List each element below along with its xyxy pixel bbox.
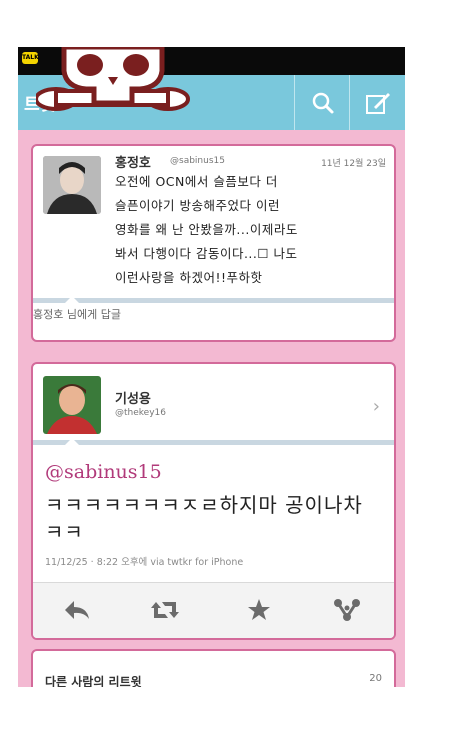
tweet-line: 오전에 OCN에서 슬픔보다 더 [115,174,278,189]
tweet-text: 오전에 OCN에서 슬픔보다 더 슬픈이야기 방송해주었다 이런 영화를 왜 난… [115,170,390,290]
mention-link[interactable]: @sabinus15 [45,461,162,483]
retweet-button[interactable] [148,593,182,627]
tweet-text: ㅋㅋㅋㅋㅋㅋㅋㅈㄹ하지마 공이나차 ㅋㅋ [45,493,363,544]
share-button[interactable] [330,593,364,627]
divider [33,440,394,445]
reply-hint[interactable]: 홍정호 님에게 답글 [33,306,121,322]
author-name[interactable]: 홍정호 [115,152,151,171]
tweet-detail-card: 기성용 @thekey16 › @sabinus15 ㅋㅋㅋㅋㅋㅋㅋㅈㄹ하지마 … [31,362,396,640]
author-name[interactable]: 기성용 [115,388,151,407]
search-button[interactable] [294,75,350,130]
avatar-photo [43,376,101,434]
retweets-count: 20 [369,673,382,684]
avatar[interactable] [43,156,101,214]
favorite-button[interactable] [242,593,276,627]
retweets-card[interactable]: 다른 사람의 리트윗 20 [31,649,396,687]
action-bar [33,582,394,638]
divider-notch [65,296,79,303]
avatar[interactable] [43,376,101,434]
divider [33,298,394,303]
compose-button[interactable] [349,75,405,130]
tweet-card[interactable]: 홍정호 @sabinus15 11년 12월 23일 오전에 OCN에서 슬픔보… [31,144,396,342]
share-icon [334,599,360,621]
avatar-photo [43,156,101,214]
chevron-right-icon[interactable]: › [373,396,380,417]
compose-icon [365,92,390,114]
retweet-icon [151,602,179,618]
tweet-line: 슬픈이야기 방송해주었다 이런 [115,198,280,213]
tweet-line: 영화를 왜 난 안봤을까...이제라도 [115,222,298,237]
author-handle: @thekey16 [115,408,166,418]
tweet-line: 이런사랑을 하겠어!!푸하핫 [115,270,263,285]
reply-icon [65,601,89,619]
app-screen: TALK 트윗 [18,47,405,687]
tweet-date: 11년 12월 23일 [321,159,386,169]
tweet-meta: 11/12/25 · 8:22 오후에 via twtkr for iPhone [45,557,244,568]
retweets-title: 다른 사람의 리트윗 [45,675,142,687]
tweet-line: 봐서 다행이다 감동이다...☐ 나도 [115,246,298,261]
star-icon [248,599,270,620]
divider-notch [65,438,79,445]
search-icon [312,92,333,113]
author-handle: @sabinus15 [170,156,225,166]
reply-button[interactable] [60,593,94,627]
skull-crossbones-icon [36,47,190,111]
